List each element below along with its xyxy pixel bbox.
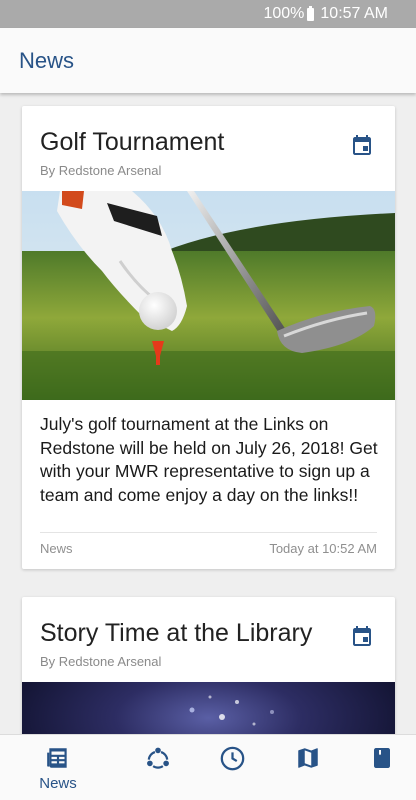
- nav-label-news: News: [39, 775, 77, 792]
- card-title: Golf Tournament: [40, 128, 225, 156]
- community-icon: [147, 747, 169, 769]
- calendar-icon[interactable]: [350, 624, 374, 648]
- card-body: July's golf tournament at the Links on R…: [40, 414, 378, 505]
- card-image-golf: [22, 191, 395, 400]
- card-author: By Redstone Arsenal: [40, 163, 162, 178]
- calendar-icon[interactable]: [350, 133, 374, 157]
- news-card[interactable]: Story Time at the Library By Redstone Ar…: [22, 597, 395, 734]
- bottom-nav: News: [0, 734, 416, 800]
- card-timestamp: Today at 10:52 AM: [269, 541, 377, 556]
- nav-item-community[interactable]: [144, 735, 172, 800]
- clock-time: 10:57 AM: [320, 5, 388, 22]
- card-title: Story Time at the Library: [40, 619, 313, 647]
- card-image-library: [22, 682, 395, 734]
- nav-item-news[interactable]: News: [28, 735, 88, 800]
- status-bar: 100% 10:57 AM: [0, 0, 416, 28]
- news-card[interactable]: Golf Tournament By Redstone Arsenal July…: [22, 106, 395, 569]
- nav-item-history[interactable]: [218, 735, 246, 800]
- newspaper-icon: [47, 748, 67, 768]
- nav-item-map[interactable]: [294, 735, 322, 800]
- news-feed[interactable]: Golf Tournament By Redstone Arsenal July…: [0, 93, 416, 734]
- battery-percentage: 100%: [263, 5, 305, 22]
- card-author: By Redstone Arsenal: [40, 654, 162, 669]
- nav-item-directory[interactable]: [368, 735, 396, 800]
- card-footer: News Today at 10:52 AM: [40, 532, 377, 556]
- clock-icon: [220, 746, 244, 771]
- card-category: News: [40, 541, 73, 556]
- battery-icon: [307, 5, 315, 21]
- page-title: News: [19, 47, 75, 73]
- map-icon: [298, 748, 318, 768]
- book-icon: [374, 748, 390, 768]
- app-header: News: [0, 28, 416, 93]
